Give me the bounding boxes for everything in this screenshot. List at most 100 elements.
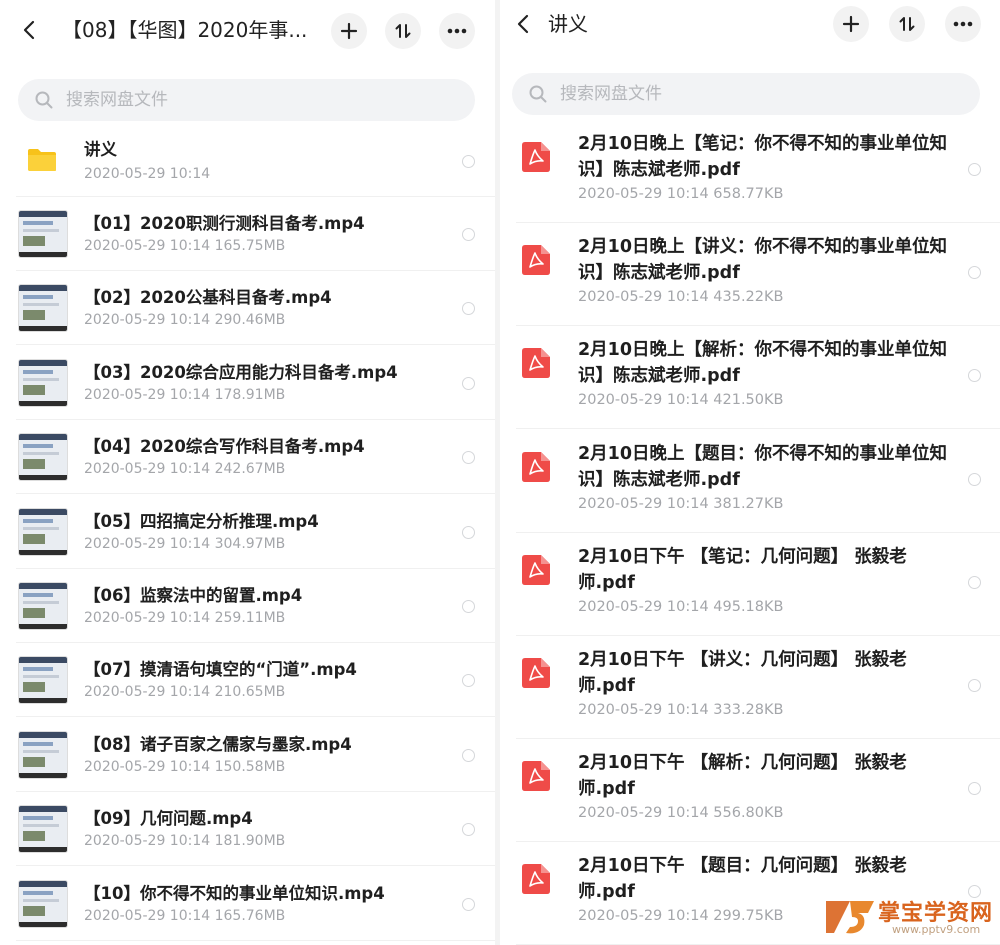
file-row[interactable]: 【01】2020职测行测科目备考.mp4 2020-05-29 10:14 165… [0, 197, 495, 271]
more-icon [447, 28, 467, 34]
file-meta: 2020-05-29 10:14 495.18KB [578, 598, 784, 615]
file-meta: 2020-05-29 10:14 556.80KB [578, 805, 784, 822]
select-radio[interactable] [462, 302, 475, 316]
video-thumbnail [18, 358, 68, 407]
right-panel: 讲义 搜索网盘文件 2月10日晚上【笔记：你不得不知的事业单位知识】陈志斌老师.… [500, 0, 1000, 945]
folder-row[interactable]: 讲义 2020-05-29 10:14 [0, 124, 495, 197]
folder-meta: 2020-05-29 10:14 [84, 166, 211, 182]
file-meta: 2020-05-29 10:14 381.27KB [578, 495, 784, 512]
search-icon [35, 91, 53, 109]
search-bar[interactable]: 搜索网盘文件 [512, 73, 980, 115]
file-name: 2月10日下午 【解析：几何问题】 张毅老师.pdf [578, 753, 907, 800]
file-row[interactable]: 2月10日下午 【笔记：几何问题】 张毅老师.pdf 2020-05-29 10:… [500, 533, 1000, 636]
file-row[interactable]: 【07】摸清语句填空的“门道”.mp4 2020-05-29 10:14 210.… [0, 643, 495, 718]
file-meta: 2020-05-29 10:14 165.76MB [84, 907, 286, 924]
file-row[interactable]: 【03】2020综合应用能力科目备考.mp4 2020-05-29 10:14 1… [0, 346, 495, 420]
back-arrow-icon[interactable] [512, 12, 536, 36]
more-icon [953, 21, 973, 27]
right-header: 讲义 [500, 0, 1000, 62]
add-button[interactable] [331, 13, 367, 49]
watermark-logo [826, 901, 874, 934]
back-arrow-icon[interactable] [18, 18, 42, 42]
file-meta: 2020-05-29 10:14 299.75KB [578, 908, 784, 925]
left-panel: 【08】【华图】2020年事... 搜索网盘文件 讲义 2020-05-29 1… [0, 0, 495, 945]
file-name: 【06】监察法中的留置.mp4 [84, 586, 303, 605]
select-radio[interactable] [968, 782, 981, 796]
more-button[interactable] [945, 6, 981, 42]
search-icon [529, 85, 547, 103]
file-meta: 2020-05-29 10:14 259.11MB [84, 610, 286, 626]
watermark-url: www.pptv9.com [892, 923, 981, 936]
select-radio[interactable] [462, 451, 475, 465]
pdf-icon [522, 451, 550, 482]
video-thumbnail [18, 582, 68, 630]
select-radio[interactable] [462, 228, 475, 241]
select-radio[interactable] [968, 369, 981, 383]
pdf-icon [522, 245, 550, 276]
file-row[interactable]: 2月10日晚上【解析：你不得不知的事业单位知识】陈志斌老师.pdf 2020-05… [500, 326, 1000, 430]
file-row[interactable]: 2月10日晚上【讲义：你不得不知的事业单位知识】陈志斌老师.pdf 2020-05… [500, 223, 1000, 327]
video-thumbnail [18, 730, 68, 779]
file-name: 【08】诸子百家之儒家与墨家.mp4 [84, 734, 352, 754]
file-name: 2月10日下午 【讲义：几何问题】 张毅老师.pdf [578, 650, 907, 696]
video-thumbnail [18, 805, 68, 854]
video-thumbnail [18, 210, 68, 258]
pdf-icon [522, 658, 550, 688]
select-radio[interactable] [462, 155, 475, 168]
video-thumbnail [18, 284, 68, 333]
file-name: 2月10日晚上【笔记：你不得不知的事业单位知识】陈志斌老师.pdf [578, 134, 948, 180]
sort-button[interactable] [889, 6, 925, 42]
file-row[interactable]: 2月10日下午 【解析：几何问题】 张毅老师.pdf 2020-05-29 10:… [500, 739, 1000, 843]
file-row[interactable]: 2月10日下午 【讲义：几何问题】 张毅老师.pdf 2020-05-29 10:… [500, 636, 1000, 739]
folder-name: 讲义 [84, 140, 117, 159]
file-meta: 2020-05-29 10:14 290.46MB [84, 312, 286, 329]
file-name: 【01】2020职测行测科目备考.mp4 [84, 214, 365, 233]
file-meta: 2020-05-29 10:14 242.67MB [84, 461, 286, 478]
file-name: 2月10日晚上【解析：你不得不知的事业单位知识】陈志斌老师.pdf [578, 340, 948, 387]
select-radio[interactable] [462, 897, 475, 911]
file-row[interactable]: 【06】监察法中的留置.mp4 2020-05-29 10:14 259.11MB [0, 569, 495, 643]
select-radio[interactable] [968, 163, 981, 176]
select-radio[interactable] [462, 748, 475, 762]
plus-icon [340, 22, 358, 40]
file-name: 【03】2020综合应用能力科目备考.mp4 [84, 362, 398, 382]
file-name: 2月10日晚上【题目：你不得不知的事业单位知识】陈志斌老师.pdf [578, 443, 948, 490]
file-row[interactable]: 2月10日晚上【题目：你不得不知的事业单位知识】陈志斌老师.pdf 2020-05… [500, 430, 1000, 533]
file-meta: 2020-05-29 10:14 165.75MB [84, 238, 286, 254]
file-name: 【04】2020综合写作科目备考.mp4 [84, 437, 365, 457]
file-meta: 2020-05-29 10:14 210.65MB [84, 684, 286, 701]
file-meta: 2020-05-29 10:14 435.22KB [578, 289, 784, 306]
select-radio[interactable] [462, 674, 475, 688]
sort-button[interactable] [385, 13, 421, 49]
search-bar[interactable]: 搜索网盘文件 [18, 79, 475, 121]
file-meta: 2020-05-29 10:14 181.90MB [84, 833, 286, 850]
select-radio[interactable] [968, 472, 981, 486]
file-row[interactable]: 【10】你不得不知的事业单位知识.mp4 2020-05-29 10:14 165… [0, 867, 495, 941]
file-name: 【07】摸清语句填空的“门道”.mp4 [84, 660, 357, 680]
pdf-icon [522, 864, 550, 895]
select-radio[interactable] [462, 525, 475, 539]
file-row[interactable]: 【02】2020公基科目备考.mp4 2020-05-29 10:14 290.4… [0, 271, 495, 346]
select-radio[interactable] [968, 266, 981, 280]
select-radio[interactable] [462, 823, 475, 837]
file-row[interactable]: 2月10日晚上【笔记：你不得不知的事业单位知识】陈志斌老师.pdf 2020-05… [500, 120, 1000, 223]
file-meta: 2020-05-29 10:14 333.28KB [578, 702, 784, 718]
more-button[interactable] [439, 13, 475, 49]
file-row[interactable]: 【08】诸子百家之儒家与墨家.mp4 2020-05-29 10:14 150.5… [0, 718, 495, 792]
video-thumbnail [18, 507, 68, 556]
file-meta: 2020-05-29 10:14 150.58MB [84, 758, 286, 775]
select-radio[interactable] [968, 575, 981, 589]
page-title: 讲义 [548, 12, 588, 36]
file-name: 【09】几何问题.mp4 [84, 809, 253, 829]
file-row[interactable]: 【04】2020综合写作科目备考.mp4 2020-05-29 10:14 242… [0, 420, 495, 495]
search-placeholder: 搜索网盘文件 [66, 90, 168, 110]
sort-icon [899, 17, 915, 31]
select-radio[interactable] [462, 376, 475, 390]
watermark: 掌宝学资网 www.pptv9.com [824, 893, 996, 943]
select-radio[interactable] [968, 679, 981, 692]
pdf-icon [522, 554, 550, 585]
file-row[interactable]: 【09】几何问题.mp4 2020-05-29 10:14 181.90MB [0, 792, 495, 867]
select-radio[interactable] [462, 600, 475, 613]
add-button[interactable] [833, 6, 869, 42]
file-row[interactable]: 【05】四招搞定分析推理.mp4 2020-05-29 10:14 304.97M… [0, 495, 495, 569]
